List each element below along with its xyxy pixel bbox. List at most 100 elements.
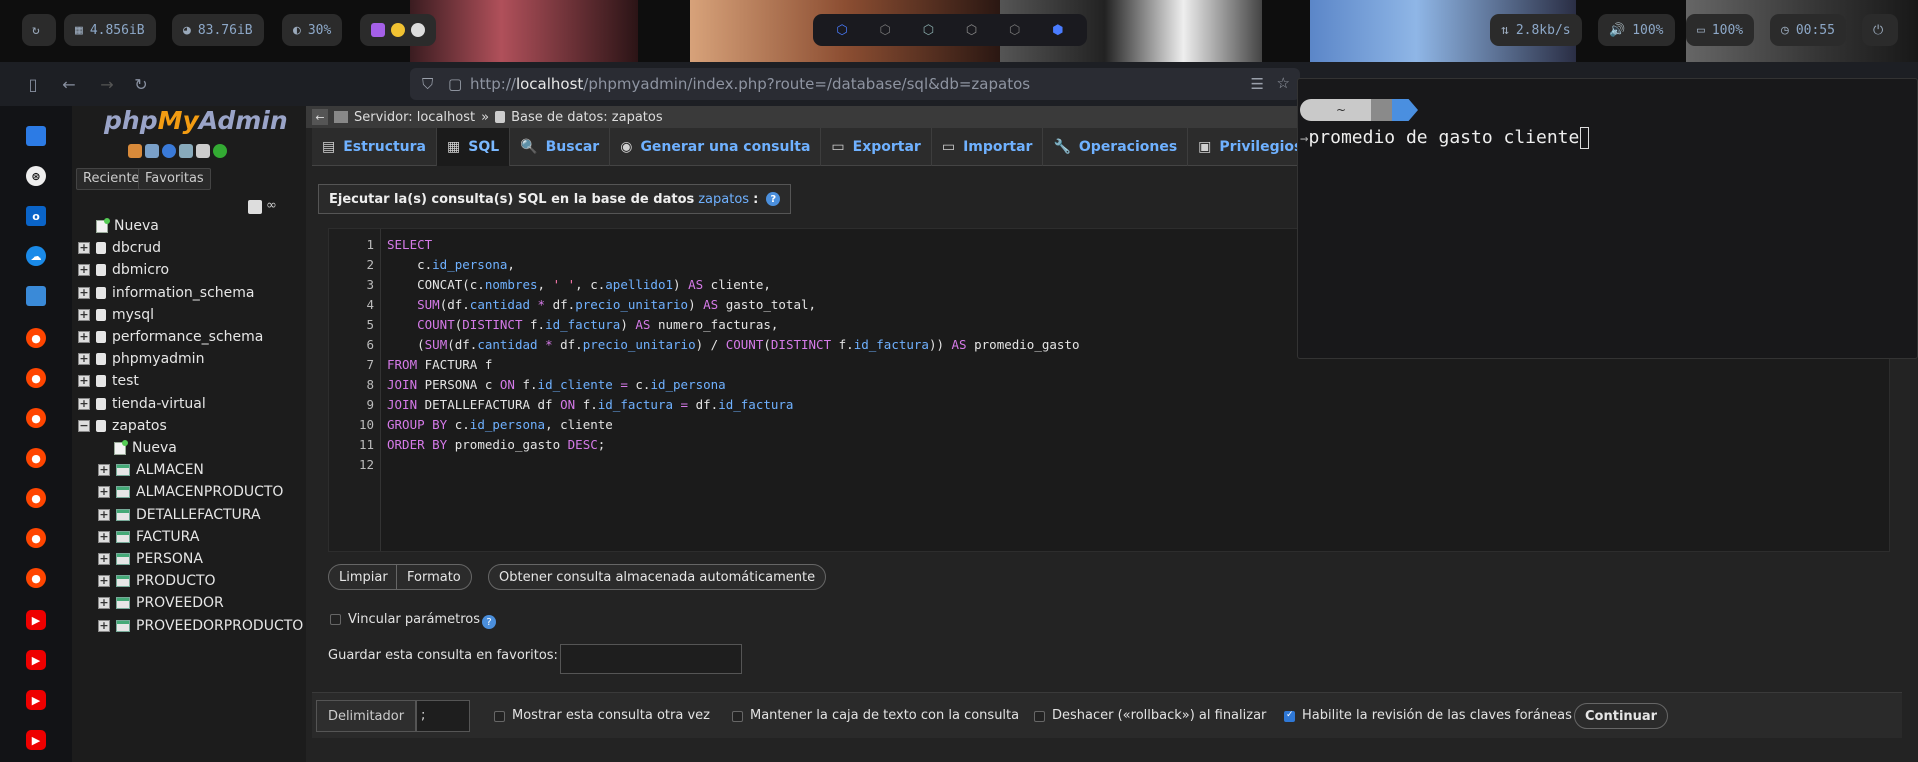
tab-buscar[interactable]: 🔍 Buscar [510, 128, 611, 166]
terminal-window[interactable]: ~ →promedio de gasto cliente [1297, 78, 1918, 359]
rollback-checkbox[interactable] [1034, 711, 1045, 722]
expand-icon[interactable]: + [78, 242, 90, 255]
tree-item[interactable]: + ALMACENPRODUCTO [98, 482, 283, 502]
tree-item[interactable]: Nueva [78, 216, 159, 236]
reddit-icon[interactable]: ● [26, 408, 46, 428]
tab-exportar[interactable]: ▭ Exportar [821, 128, 932, 166]
collapse-icon[interactable] [248, 200, 262, 214]
expand-icon[interactable]: + [78, 397, 90, 410]
url-bar[interactable]: ⛉ ▢ http://localhost/phpmyadmin/index.ph… [410, 68, 1300, 100]
expand-icon[interactable]: + [98, 508, 110, 521]
reload-icon[interactable]: ↻ [130, 73, 152, 95]
volume-pill[interactable]: 🔊 100% [1598, 14, 1675, 46]
show-query-checkbox[interactable] [494, 711, 505, 722]
tree-item[interactable]: + PERSONA [98, 549, 203, 569]
youtube-icon[interactable]: ▶ [26, 690, 46, 710]
breadcrumb-server[interactable]: Servidor: localhost [354, 110, 475, 125]
expand-icon[interactable]: + [98, 530, 110, 543]
tab-privilegios[interactable]: ▣ Privilegios [1188, 128, 1314, 166]
forward-icon[interactable]: → [96, 73, 118, 95]
reddit-icon[interactable]: ● [26, 568, 46, 588]
keep-box-checkbox[interactable] [732, 711, 743, 722]
reader-icon[interactable]: ☰ [1251, 75, 1264, 93]
tree-item[interactable]: + test [78, 371, 139, 391]
docs-icon[interactable] [179, 144, 193, 158]
bookmark-star-icon[interactable]: ☆ [1277, 74, 1290, 92]
pma-logo[interactable]: phpMyAdmin [104, 106, 288, 135]
workspace-icon[interactable]: ⬡ [1009, 23, 1020, 38]
reddit-icon[interactable]: ● [26, 488, 46, 508]
expand-icon[interactable]: + [98, 464, 110, 477]
continue-button[interactable]: Continuar [1574, 703, 1669, 729]
tree-item[interactable]: + phpmyadmin [78, 349, 204, 369]
expand-icon[interactable]: + [78, 286, 90, 299]
workspace-icon[interactable]: ⬡ [836, 23, 847, 38]
autosaved-query-button[interactable]: Obtener consulta almacenada automáticame… [488, 564, 827, 590]
expand-icon[interactable]: + [78, 331, 90, 343]
tab-sql[interactable]: ▦ SQL [437, 128, 511, 166]
settings-icon[interactable] [196, 144, 210, 158]
tree-item[interactable]: + information_schema [78, 283, 255, 303]
expand-icon[interactable]: + [98, 486, 110, 499]
help-icon[interactable]: ? [766, 192, 781, 206]
tab-operaciones[interactable]: 🔧 Operaciones [1043, 128, 1189, 166]
collapse-icon[interactable]: − [78, 419, 90, 432]
steam-icon[interactable] [411, 23, 425, 37]
link-icon[interactable]: ∞ [266, 198, 277, 213]
expand-icon[interactable]: + [98, 619, 110, 632]
reddit-icon[interactable]: ● [26, 448, 46, 468]
expand-icon[interactable]: + [98, 553, 110, 565]
workspace-icon[interactable]: ⬡ [880, 23, 891, 38]
reddit-icon[interactable]: ● [26, 368, 46, 388]
help-icon[interactable] [162, 144, 176, 158]
favorites-tab[interactable]: Favoritas [138, 168, 211, 190]
query-db-link[interactable]: zapatos [698, 192, 749, 207]
app-icon[interactable] [391, 23, 405, 37]
tree-item[interactable]: + PROVEEDORPRODUCTO [98, 616, 303, 636]
expand-icon[interactable]: + [98, 597, 110, 610]
tray-apps-pill[interactable] [360, 14, 436, 46]
openai-icon[interactable]: ⊛ [26, 166, 46, 186]
app-icon[interactable] [26, 126, 46, 146]
expand-icon[interactable]: + [98, 575, 110, 588]
tree-item[interactable]: + mysql [78, 305, 154, 325]
expand-icon[interactable]: + [78, 353, 90, 366]
tree-item[interactable]: + DETALLEFACTURA [98, 505, 261, 525]
youtube-icon[interactable]: ▶ [26, 650, 46, 670]
tree-item[interactable]: + performance_schema [78, 327, 263, 347]
onedrive-icon[interactable]: ☁ [26, 246, 46, 266]
reddit-icon[interactable]: ● [26, 328, 46, 348]
fk-checks-checkbox[interactable] [1284, 710, 1295, 722]
home-icon[interactable] [128, 144, 142, 158]
delimiter-input[interactable]: ; [416, 700, 470, 732]
bind-params-checkbox[interactable] [330, 614, 341, 625]
sidebar-toggle-icon[interactable]: ▯ [22, 73, 44, 95]
expand-icon[interactable]: + [78, 264, 90, 277]
expand-icon[interactable]: + [78, 308, 90, 321]
power-button[interactable]: ⏻ [1862, 14, 1898, 46]
tree-item[interactable]: + dbcrud [78, 238, 161, 258]
breadcrumb-database[interactable]: Base de datos: zapatos [511, 110, 663, 125]
reddit-icon[interactable]: ● [26, 528, 46, 548]
recent-tab[interactable]: Reciente [76, 168, 147, 190]
youtube-icon[interactable]: ▶ [26, 730, 46, 750]
clear-button[interactable]: Limpiar [328, 564, 399, 590]
tree-item[interactable]: + ALMACEN [98, 460, 204, 480]
tree-item[interactable]: + FACTURA [98, 527, 199, 547]
workspace-icon[interactable]: ⬢ [1052, 23, 1063, 38]
expand-icon[interactable]: + [78, 375, 90, 388]
tree-item[interactable]: − zapatos [78, 416, 167, 436]
app-icon[interactable] [371, 23, 385, 37]
tab-estructura[interactable]: ▤ Estructura [312, 128, 438, 166]
app-icon[interactable] [26, 286, 46, 306]
reload-icon[interactable] [213, 144, 227, 158]
workspace-icon[interactable]: ⬡ [966, 23, 977, 38]
terminal-command-line[interactable]: →promedio de gasto cliente [1300, 127, 1590, 149]
power-menu-pill[interactable]: ↻ [22, 14, 56, 46]
back-arrow-icon[interactable]: ← [312, 109, 328, 125]
workspaces-pill[interactable]: ⬡ ⬡ ⬡ ⬡ ⬡ ⬢ [813, 14, 1087, 46]
tab-importar[interactable]: ▭ Importar [932, 128, 1044, 166]
outlook-icon[interactable]: o [26, 206, 46, 226]
workspace-icon[interactable]: ⬡ [923, 23, 934, 38]
format-button[interactable]: Formato [396, 564, 472, 590]
